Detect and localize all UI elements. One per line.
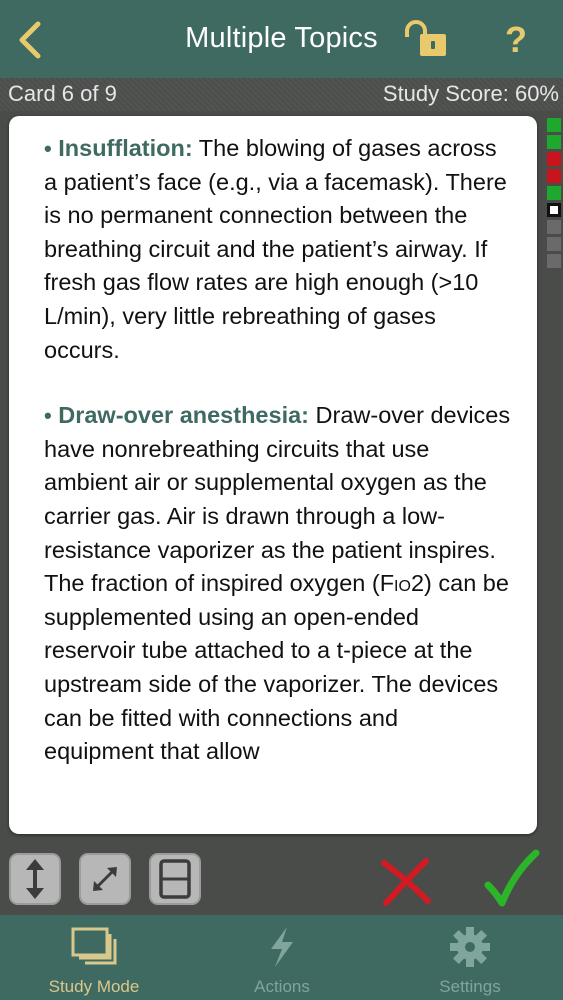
mark-wrong-button[interactable] [376,853,434,911]
stacked-cards-icon [71,927,117,965]
term-heading: Insufflation: [58,135,193,161]
progress-marker-correct [547,135,561,149]
help-button[interactable]: ? [494,18,538,62]
tab-study-mode[interactable]: Study Mode [0,915,188,1000]
lock-button[interactable] [402,20,450,60]
tab-label: Settings [439,977,501,996]
progress-marker-current [547,203,561,217]
tab-actions[interactable]: Actions [188,915,376,1000]
card-controls [0,843,563,915]
bullet: • [44,403,52,429]
study-score: Study Score: 60% [382,81,559,106]
card-paragraph: • Draw-over anesthesia: Draw-over device… [44,399,514,769]
progress-markers [547,118,561,271]
card-content: • Insufflation: The blowing of gases acr… [44,132,514,801]
paragraph-text: Draw-over devices have nonrebreathing ci… [44,402,511,597]
lightning-icon [271,927,293,967]
progress-marker-correct [547,186,561,200]
card-counter: Card 6 of 9 [8,81,117,106]
paragraph-text: Fio2 [379,570,425,597]
bullet: • [44,136,52,161]
progress-marker-incorrect [547,152,561,166]
paragraph-text: ) can be supplemented using an open-ende… [44,570,509,765]
flash-card[interactable]: • Insufflation: The blowing of gases acr… [9,116,537,834]
expand-button[interactable] [79,853,131,905]
paragraph-text: The blowing of gases across a patient’s … [44,135,507,363]
header-bar: Multiple Topics ? [0,0,563,78]
tab-label: Actions [254,977,310,996]
expand-arrows-icon [93,867,117,891]
green-check-icon [484,849,540,907]
progress-marker-correct [547,118,561,132]
vertical-arrows-icon [26,859,44,899]
unlock-icon [405,20,446,56]
app-screen: Multiple Topics ? Card 6 of 9 Study Scor… [0,0,563,1000]
flip-button[interactable] [9,853,61,905]
split-card-icon [159,859,191,899]
term-heading: Draw-over anesthesia: [58,402,310,429]
tab-label: Study Mode [48,977,140,996]
layout-button[interactable] [149,853,201,905]
tab-bar: Study Mode Actions Settings [0,915,563,1000]
progress-marker-unanswered [547,220,561,234]
gear-icon [450,927,490,967]
page-title: Multiple Topics [185,22,378,54]
mark-right-button[interactable] [482,849,540,911]
red-x-icon [381,858,431,906]
status-bar: Card 6 of 9 Study Score: 60% [0,78,563,111]
tab-settings[interactable]: Settings [376,915,563,1000]
card-paragraph: • Insufflation: The blowing of gases acr… [44,132,514,367]
progress-marker-unanswered [547,254,561,268]
progress-marker-incorrect [547,169,561,183]
progress-marker-unanswered [547,237,561,251]
